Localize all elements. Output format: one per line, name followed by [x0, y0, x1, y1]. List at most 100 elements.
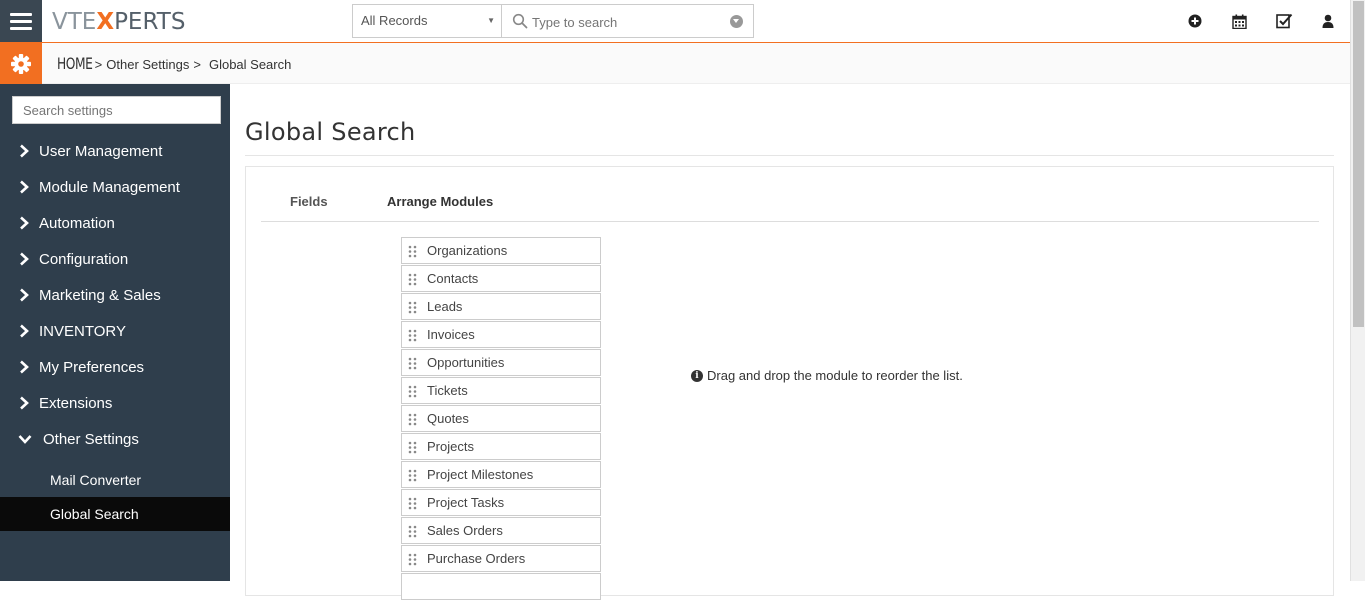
plus-circle-icon[interactable]	[1186, 12, 1204, 30]
module-name: Project Milestones	[427, 467, 534, 482]
sidebar-item-label: Other Settings	[43, 430, 139, 448]
sidebar-subitem-mail-converter[interactable]: Mail Converter	[0, 463, 230, 497]
list-item[interactable]: Leads	[401, 293, 601, 320]
drag-handle-icon[interactable]	[408, 525, 417, 538]
logo-x: X	[96, 9, 115, 35]
chevron-down-icon	[18, 435, 32, 444]
scrollbar-thumb[interactable]	[1353, 1, 1364, 327]
sidebar-item-label: Module Management	[39, 178, 180, 196]
list-item[interactable]: Opportunities	[401, 349, 601, 376]
page-scrollbar[interactable]	[1350, 0, 1365, 581]
module-name: Quotes	[427, 411, 469, 426]
module-name: Invoices	[427, 327, 475, 342]
info-message: i Drag and drop the module to reorder th…	[691, 368, 963, 383]
module-name: Organizations	[427, 243, 508, 258]
sidebar-item-configuration[interactable]: Configuration	[0, 241, 230, 277]
drag-handle-icon[interactable]	[408, 441, 417, 454]
global-search-input[interactable]	[532, 12, 722, 32]
breadcrumb-other-settings[interactable]: Other Settings	[106, 57, 189, 72]
sidebar-item-label: User Management	[39, 142, 163, 160]
list-item[interactable]: Sales Orders	[401, 517, 601, 544]
sidebar-item-label: INVENTORY	[39, 322, 126, 340]
module-name: Tickets	[427, 383, 468, 398]
drag-handle-icon[interactable]	[408, 357, 417, 370]
list-item[interactable]	[401, 573, 601, 600]
sidebar-item-automation[interactable]: Automation	[0, 205, 230, 241]
drag-handle-icon[interactable]	[408, 413, 417, 426]
sidebar-item-inventory[interactable]: INVENTORY	[0, 313, 230, 349]
breadcrumb-global-search: Global Search	[208, 57, 292, 72]
chevron-right-icon	[20, 324, 29, 338]
user-icon[interactable]	[1319, 12, 1337, 30]
app-logo[interactable]: VTEXPERTS	[52, 9, 185, 35]
logo-prefix: VTE	[52, 9, 97, 35]
search-options-icon[interactable]	[730, 15, 743, 28]
menu-bar	[10, 26, 32, 30]
list-item[interactable]: Tickets	[401, 377, 601, 404]
module-name: Projects	[427, 439, 474, 454]
module-name: Purchase Orders	[427, 551, 526, 566]
list-item[interactable]: Contacts	[401, 265, 601, 292]
sidebar-item-module-management[interactable]: Module Management	[0, 169, 230, 205]
global-search-box	[501, 4, 754, 38]
divider	[245, 155, 1334, 156]
drag-handle-icon[interactable]	[408, 301, 417, 314]
module-order-list: Organizations Contacts Leads Invoices Op…	[401, 237, 601, 601]
drag-handle-icon[interactable]	[408, 245, 417, 258]
sidebar-subitem-label: Mail Converter	[50, 472, 142, 488]
records-filter-select[interactable]: All Records ▼	[352, 4, 502, 38]
caret-down-icon: ▼	[487, 16, 495, 25]
calendar-icon[interactable]	[1230, 12, 1248, 30]
breadcrumb-separator: >	[94, 57, 103, 72]
list-item[interactable]: Purchase Orders	[401, 545, 601, 572]
drag-handle-icon[interactable]	[408, 469, 417, 482]
hamburger-menu-button[interactable]	[0, 0, 42, 42]
info-text: Drag and drop the module to reorder the …	[707, 368, 963, 383]
module-name: Opportunities	[427, 355, 505, 370]
sidebar-item-marketing-sales[interactable]: Marketing & Sales	[0, 277, 230, 313]
breadcrumb: HOME > Other Settings > Global Search	[57, 54, 291, 73]
chevron-right-icon	[20, 216, 29, 230]
chevron-right-icon	[20, 360, 29, 374]
list-item[interactable]: Invoices	[401, 321, 601, 348]
search-icon	[512, 13, 528, 29]
settings-gear-button[interactable]	[0, 43, 42, 84]
sidebar-item-my-preferences[interactable]: My Preferences	[0, 349, 230, 385]
module-name: Sales Orders	[427, 523, 503, 538]
breadcrumb-home[interactable]: HOME	[57, 54, 93, 73]
drag-handle-icon[interactable]	[408, 273, 417, 286]
module-name: Leads	[427, 299, 463, 314]
task-checkbox-icon[interactable]	[1275, 12, 1293, 30]
sidebar-item-label: Extensions	[39, 394, 113, 412]
breadcrumb-bar: HOME > Other Settings > Global Search	[0, 43, 1350, 84]
settings-sidebar: User Management Module Management Automa…	[0, 84, 230, 581]
sidebar-subitem-global-search[interactable]: Global Search	[0, 497, 230, 531]
drag-handle-icon[interactable]	[408, 329, 417, 342]
sidebar-item-extensions[interactable]: Extensions	[0, 385, 230, 421]
list-item[interactable]: Quotes	[401, 405, 601, 432]
list-item[interactable]: Project Tasks	[401, 489, 601, 516]
tab-bar: Fields Arrange Modules	[261, 185, 1319, 222]
tab-fields[interactable]: Fields	[290, 194, 328, 209]
breadcrumb-separator: >	[193, 57, 201, 72]
list-item[interactable]: Organizations	[401, 237, 601, 264]
info-icon: i	[691, 369, 703, 382]
page-title: Global Search	[245, 118, 416, 146]
logo-suffix: PERTS	[114, 9, 186, 35]
drag-handle-icon[interactable]	[408, 385, 417, 398]
drag-handle-icon[interactable]	[408, 497, 417, 510]
sidebar-item-user-management[interactable]: User Management	[0, 133, 230, 169]
settings-search-input[interactable]	[12, 96, 221, 124]
chevron-right-icon	[20, 144, 29, 158]
menu-bar	[10, 19, 32, 23]
settings-panel: Fields Arrange Modules Organizations Con…	[245, 166, 1334, 600]
drag-handle-icon[interactable]	[408, 553, 417, 566]
module-name: Contacts	[427, 271, 479, 286]
sidebar-subitem-label: Global Search	[50, 506, 139, 522]
main-content: Global Search Fields Arrange Modules Org…	[230, 84, 1350, 600]
chevron-right-icon	[20, 396, 29, 410]
list-item[interactable]: Project Milestones	[401, 461, 601, 488]
list-item[interactable]: Projects	[401, 433, 601, 460]
tab-arrange-modules[interactable]: Arrange Modules	[387, 194, 493, 209]
sidebar-item-other-settings[interactable]: Other Settings	[0, 421, 230, 457]
